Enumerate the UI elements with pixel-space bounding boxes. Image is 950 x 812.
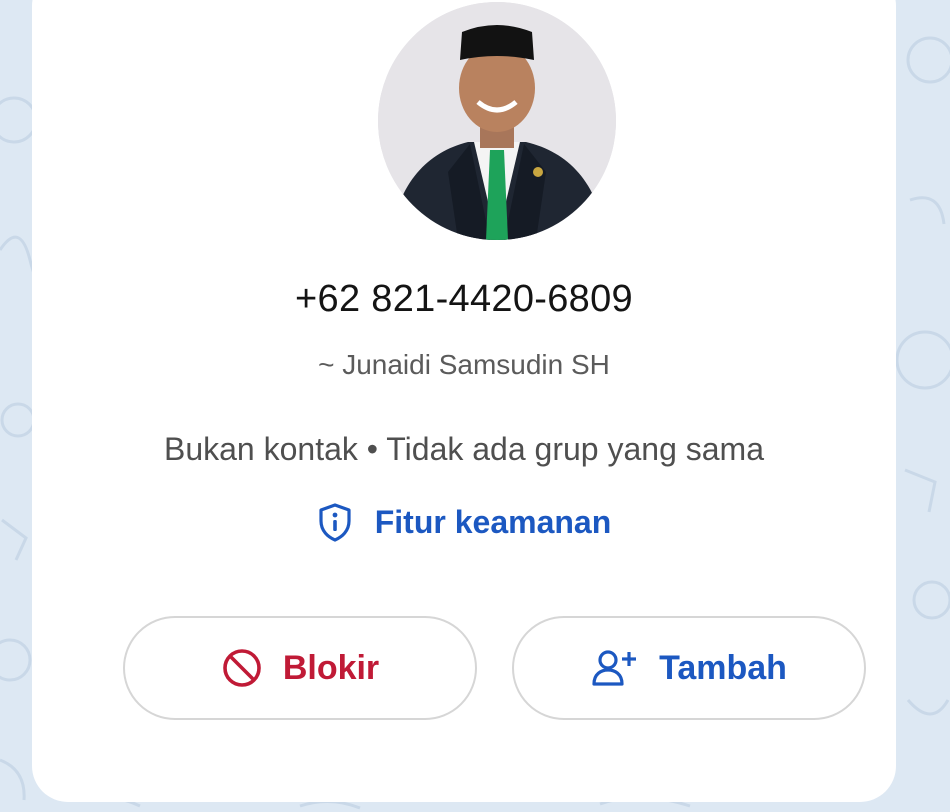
contact-status-info: Bukan kontak • Tidak ada grup yang sama <box>163 431 764 467</box>
add-contact-button[interactable]: Tambah <box>512 616 866 720</box>
profile-photo <box>378 2 616 240</box>
block-icon <box>223 649 261 687</box>
contact-avatar[interactable] <box>378 2 616 240</box>
contact-phone-number: +62 821-4420-6809 <box>295 278 633 320</box>
shield-info-icon <box>319 503 351 542</box>
security-features-link[interactable]: Fitur keamanan <box>32 502 896 542</box>
block-button[interactable]: Blokir <box>123 616 477 720</box>
contact-info-card: +62 821-4420-6809 ~ Junaidi Samsudin SH … <box>32 0 896 802</box>
contact-push-name: ~ Junaidi Samsudin SH <box>318 349 610 380</box>
add-person-icon <box>592 650 637 686</box>
add-contact-label: Tambah <box>659 648 787 687</box>
block-button-label: Blokir <box>282 648 380 687</box>
security-features-label: Fitur keamanan <box>374 503 612 540</box>
